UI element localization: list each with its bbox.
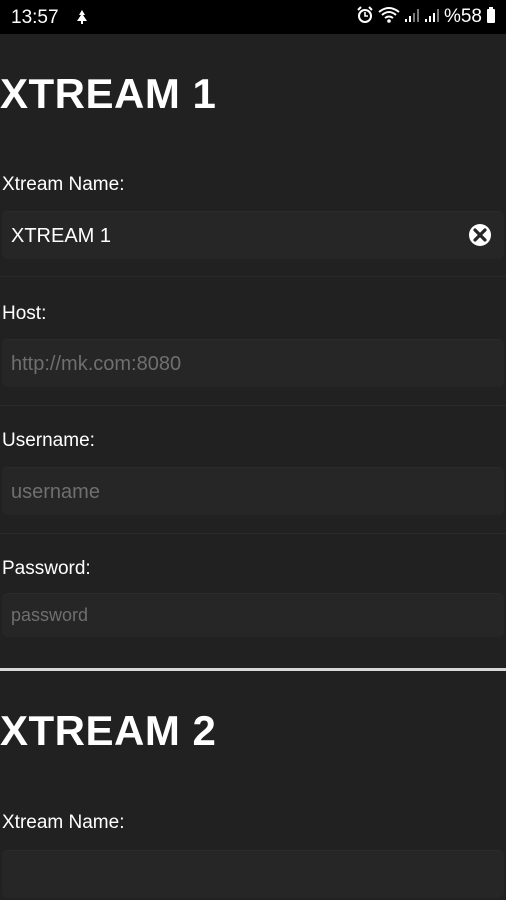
status-time: 13:57 <box>11 7 59 28</box>
xtream1-name-value: XTREAM 1 <box>11 225 112 247</box>
xtream1-username-placeholder: username <box>11 481 100 503</box>
status-icons: %58 <box>356 5 496 29</box>
battery-percent: %58 <box>443 6 482 27</box>
xtream1-password-label: Password: <box>2 558 91 579</box>
status-bar: 13:57 %58 <box>0 0 506 34</box>
xtream1-username-field[interactable]: username <box>2 467 504 515</box>
xtream2-title: XTREAM 2 <box>0 707 217 754</box>
xtream1-host-label: Host: <box>2 303 47 324</box>
xtream1-name-field[interactable]: XTREAM 1 <box>2 211 504 259</box>
alarm-icon <box>356 5 374 29</box>
field-separator <box>0 276 506 277</box>
signal-icon <box>424 7 440 28</box>
signal-icon <box>404 7 420 28</box>
section-divider <box>0 668 506 671</box>
battery-icon <box>486 6 496 29</box>
xtream1-password-field[interactable]: password <box>2 593 504 637</box>
xtream1-host-placeholder: http://mk.com:8080 <box>11 353 182 375</box>
clear-icon[interactable] <box>468 223 492 247</box>
notification-icon <box>75 9 89 30</box>
xtream2-name-field[interactable] <box>2 850 504 898</box>
xtream1-title: XTREAM 1 <box>0 70 217 117</box>
field-separator <box>0 533 506 534</box>
wifi-icon <box>378 6 400 29</box>
xtream1-name-label: Xtream Name: <box>2 174 125 195</box>
xtream1-host-field[interactable]: http://mk.com:8080 <box>2 339 504 387</box>
xtream1-username-label: Username: <box>2 430 95 451</box>
xtream1-password-placeholder: password <box>11 605 89 625</box>
xtream2-name-label: Xtream Name: <box>2 812 125 833</box>
field-separator <box>0 405 506 406</box>
